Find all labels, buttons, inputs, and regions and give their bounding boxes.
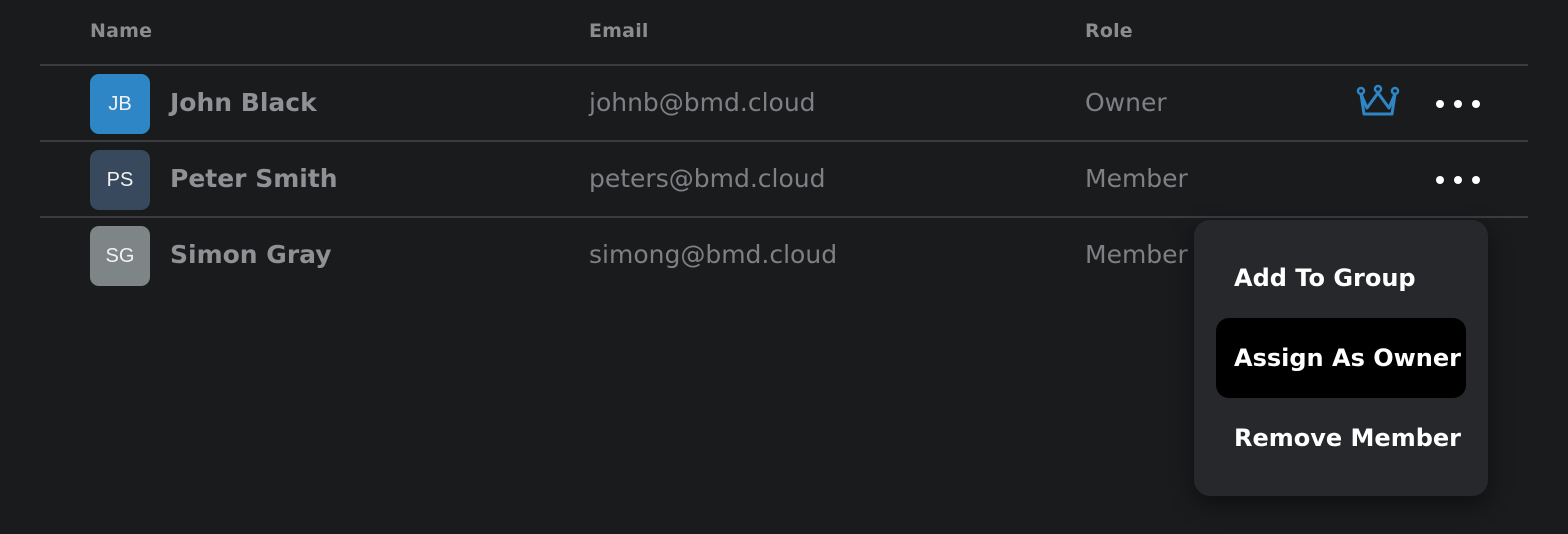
- avatar: PS: [90, 150, 150, 210]
- members-page: Name Email Role JB John Black johnb@bmd.…: [0, 0, 1568, 534]
- member-name: Simon Gray: [170, 240, 332, 269]
- column-header-name[interactable]: Name: [90, 20, 152, 42]
- context-menu: Add To Group Assign As Owner Remove Memb…: [1194, 220, 1488, 496]
- menu-item-add-to-group[interactable]: Add To Group: [1216, 238, 1466, 318]
- member-role: Member: [1085, 240, 1188, 269]
- crown-icon: [1356, 84, 1400, 116]
- avatar: JB: [90, 74, 150, 134]
- table-row[interactable]: PS Peter Smith peters@bmd.cloud Member: [40, 142, 1528, 218]
- member-name: John Black: [170, 88, 317, 117]
- member-email: simong@bmd.cloud: [589, 240, 838, 269]
- column-header-role[interactable]: Role: [1085, 20, 1133, 42]
- member-role: Member: [1085, 164, 1188, 193]
- more-options-icon[interactable]: [1436, 90, 1480, 118]
- member-role: Owner: [1085, 88, 1167, 117]
- menu-item-assign-as-owner[interactable]: Assign As Owner: [1216, 318, 1466, 398]
- column-header-email[interactable]: Email: [589, 20, 649, 42]
- member-email: johnb@bmd.cloud: [589, 88, 816, 117]
- member-name: Peter Smith: [170, 164, 338, 193]
- member-email: peters@bmd.cloud: [589, 164, 826, 193]
- avatar: SG: [90, 226, 150, 286]
- table-header: Name Email Role: [40, 0, 1528, 66]
- more-options-icon[interactable]: [1436, 166, 1480, 194]
- table-row[interactable]: JB John Black johnb@bmd.cloud Owner: [40, 66, 1528, 142]
- menu-item-remove-member[interactable]: Remove Member: [1216, 398, 1466, 478]
